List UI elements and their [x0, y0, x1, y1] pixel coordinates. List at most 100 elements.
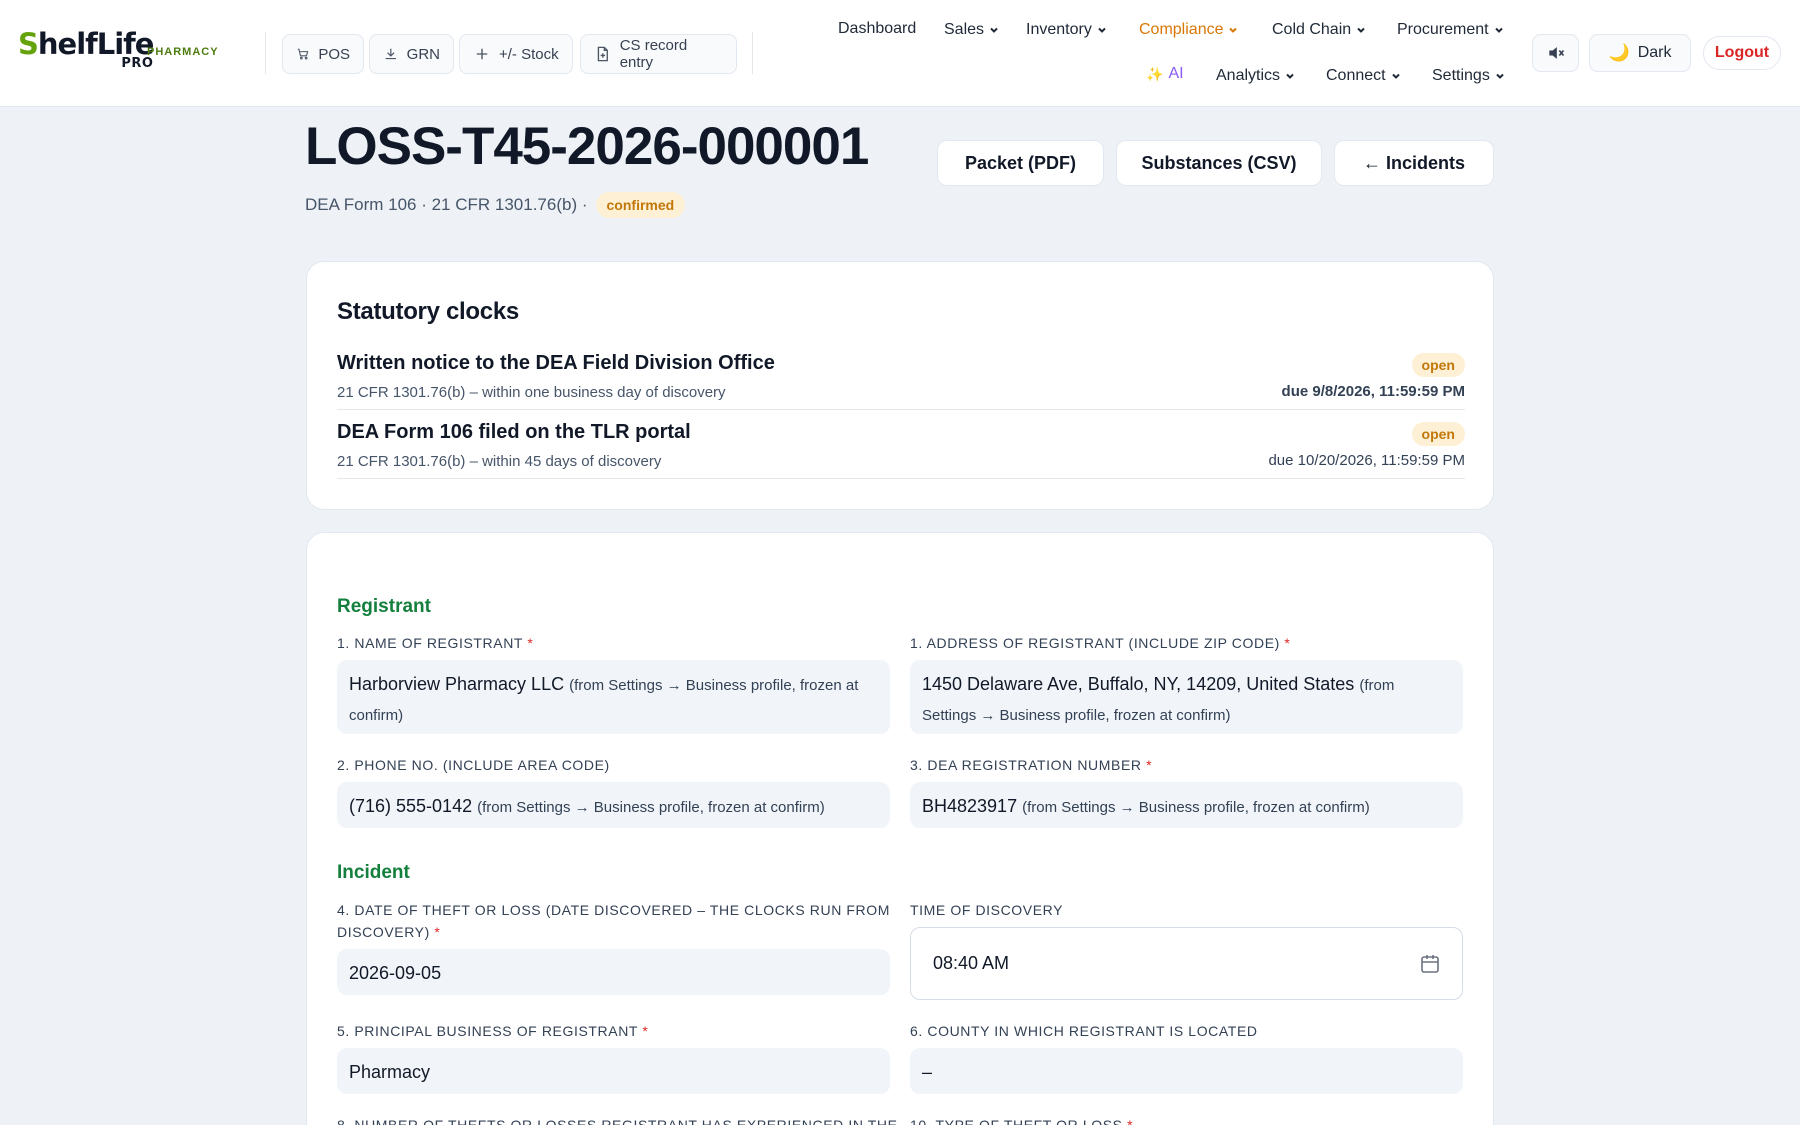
field-note: (from Settings → Business profile, froze… [477, 799, 825, 816]
field-value: Pharmacy [349, 1062, 431, 1082]
nav-settings-label: Settings [1432, 67, 1490, 84]
back-to-incidents-button[interactable]: ← Incidents [1334, 140, 1494, 186]
pos-button[interactable]: POS [282, 34, 364, 74]
nav-cold-chain[interactable]: Cold Chain [1272, 21, 1366, 39]
field-value: – [922, 1062, 933, 1082]
chevron-down-icon [990, 27, 998, 33]
calendar-icon[interactable] [1418, 952, 1442, 976]
label-text: 10. Type of theft or loss [910, 1117, 1123, 1125]
required-marker: * [1146, 757, 1153, 773]
chevron-down-icon [1098, 27, 1106, 33]
dea-number-label: 3. DEA registration number * [910, 754, 1470, 776]
shelflife-logo[interactable]: ShelfLife PRO [18, 30, 154, 74]
clocks-title: Statutory clocks [337, 298, 519, 325]
county-label: 6. County in which registrant is located [910, 1020, 1470, 1042]
clock-name: Written notice to the DEA Field Division… [337, 352, 775, 374]
grn-button[interactable]: GRN [369, 34, 454, 74]
prior-losses-label: 8. Number of thefts or losses registrant… [337, 1114, 897, 1125]
nav-dashboard[interactable]: Dashboard [838, 20, 916, 38]
field-value: Harborview Pharmacy LLC [349, 674, 565, 694]
incident-section-title: Incident [337, 862, 410, 883]
required-marker: * [1127, 1117, 1134, 1125]
nav-connect[interactable]: Connect [1326, 67, 1401, 85]
label-text: 5. Principal business of registrant [337, 1023, 638, 1039]
pos-label: POS [318, 45, 350, 63]
clock-due: due 10/20/2026, 11:59:59 PM [1268, 452, 1465, 469]
nav-sales[interactable]: Sales [944, 21, 999, 39]
nav-procurement-label: Procurement [1397, 21, 1489, 38]
registrant-address-field: 1450 Delaware Ave, Buffalo, NY, 14209, U… [910, 660, 1463, 734]
plus-icon [476, 48, 488, 60]
logout-button[interactable]: Logout [1703, 36, 1781, 70]
dea-form-card: Registrant 1. Name of registrant * Harbo… [306, 532, 1494, 1125]
loss-type-label: 10. Type of theft or loss * [910, 1114, 1470, 1125]
sparkle-icon: ✨ [1146, 65, 1164, 82]
grn-label: GRN [406, 45, 440, 63]
label-text: 2. Phone No. (include area code) [337, 757, 610, 773]
label-text: 1. Address of registrant (include ZIP co… [910, 635, 1280, 651]
nav-analytics-label: Analytics [1216, 67, 1281, 84]
moon-icon: 🌙 [1608, 43, 1630, 62]
nav-analytics[interactable]: Analytics [1216, 67, 1295, 85]
nav-inventory[interactable]: Inventory [1026, 21, 1107, 39]
field-value: (716) 555-0142 [349, 796, 473, 816]
page-title: LOSS-T45-2026-000001 [305, 117, 869, 176]
cs-record-entry-button[interactable]: CS record entry [580, 34, 737, 74]
time-value: 08:40 AM [933, 953, 1010, 973]
phone-field: (716) 555-0142 (from Settings → Business… [337, 782, 890, 828]
dea-number-field: BH4823917 (from Settings → Business prof… [910, 782, 1463, 828]
packet-pdf-button[interactable]: Packet (PDF) [937, 140, 1104, 186]
status-badge: confirmed [595, 192, 686, 218]
clock-status-badge: open [1411, 353, 1465, 377]
discovery-time-input[interactable]: 08:40 AM [910, 927, 1463, 1000]
registrant-name-field: Harborview Pharmacy LLC (from Settings →… [337, 660, 890, 734]
sound-toggle-button[interactable] [1532, 34, 1579, 72]
theme-toggle-button[interactable]: 🌙 Dark [1589, 34, 1691, 72]
substances-csv-button[interactable]: Substances (CSV) [1116, 140, 1322, 186]
nav-ai-label: AI [1168, 65, 1184, 82]
chevron-down-icon [1357, 27, 1365, 33]
chevron-down-icon [1391, 73, 1400, 79]
nav-inventory-label: Inventory [1026, 21, 1092, 38]
clock-row: DEA Form 106 filed on the TLR portal 21 … [337, 411, 1465, 479]
nav-settings[interactable]: Settings [1432, 67, 1505, 85]
page-subtitle: DEA Form 106 · 21 CFR 1301.76(b) · confi… [305, 192, 686, 218]
required-marker: * [642, 1023, 649, 1039]
clock-name: DEA Form 106 filed on the TLR portal [337, 421, 691, 443]
logo-pro: PRO [121, 56, 154, 71]
download-icon [385, 48, 397, 60]
clock-row: Written notice to the DEA Field Division… [337, 342, 1465, 410]
nav-ai[interactable]: ✨ AI [1146, 65, 1184, 83]
discovery-date-label: 4. Date of theft or loss (date discovere… [337, 899, 897, 943]
registrant-name-label: 1. Name of registrant * [337, 632, 897, 654]
nav-sales-label: Sales [944, 21, 985, 38]
theme-label: Dark [1637, 44, 1672, 61]
cs-record-entry-label: CS record entry [619, 37, 688, 71]
principal-business-label: 5. Principal business of registrant * [337, 1020, 897, 1042]
required-marker: * [527, 635, 534, 651]
label-text: 4. Date of theft or loss (date discovere… [337, 902, 891, 940]
registrant-address-label: 1. Address of registrant (include ZIP co… [910, 632, 1470, 654]
divider [752, 32, 753, 74]
chevron-down-icon [1496, 73, 1504, 79]
label-text: 1. Name of registrant [337, 635, 523, 651]
nav-compliance[interactable]: Compliance [1139, 21, 1238, 39]
nav-procurement[interactable]: Procurement [1397, 21, 1504, 39]
label-text: 3. DEA registration number [910, 757, 1142, 773]
principal-business-field: Pharmacy [337, 1048, 890, 1094]
chevron-down-icon [1229, 27, 1238, 33]
field-value: 2026-09-05 [349, 963, 442, 983]
chevron-down-icon [1286, 73, 1294, 79]
phone-label: 2. Phone No. (include area code) [337, 754, 897, 776]
clock-due: due 9/8/2026, 11:59:59 PM [1281, 383, 1465, 400]
nav-compliance-label: Compliance [1139, 21, 1224, 38]
discovery-time-label: Time of discovery [910, 899, 1470, 921]
stock-adjust-button[interactable]: +/- Stock [459, 34, 573, 74]
form-reference: DEA Form 106 · 21 CFR 1301.76(b) · [305, 195, 588, 214]
label-text: Time of discovery [910, 902, 1064, 918]
nav-dashboard-label: Dashboard [838, 20, 917, 37]
county-field: – [910, 1048, 1463, 1094]
field-note: (from Settings → Business profile, froze… [1022, 799, 1370, 816]
clock-status-badge: open [1411, 422, 1465, 446]
top-navigation-bar: ShelfLife PRO PHARMACY POS GRN +/- Stock… [0, 0, 1800, 107]
